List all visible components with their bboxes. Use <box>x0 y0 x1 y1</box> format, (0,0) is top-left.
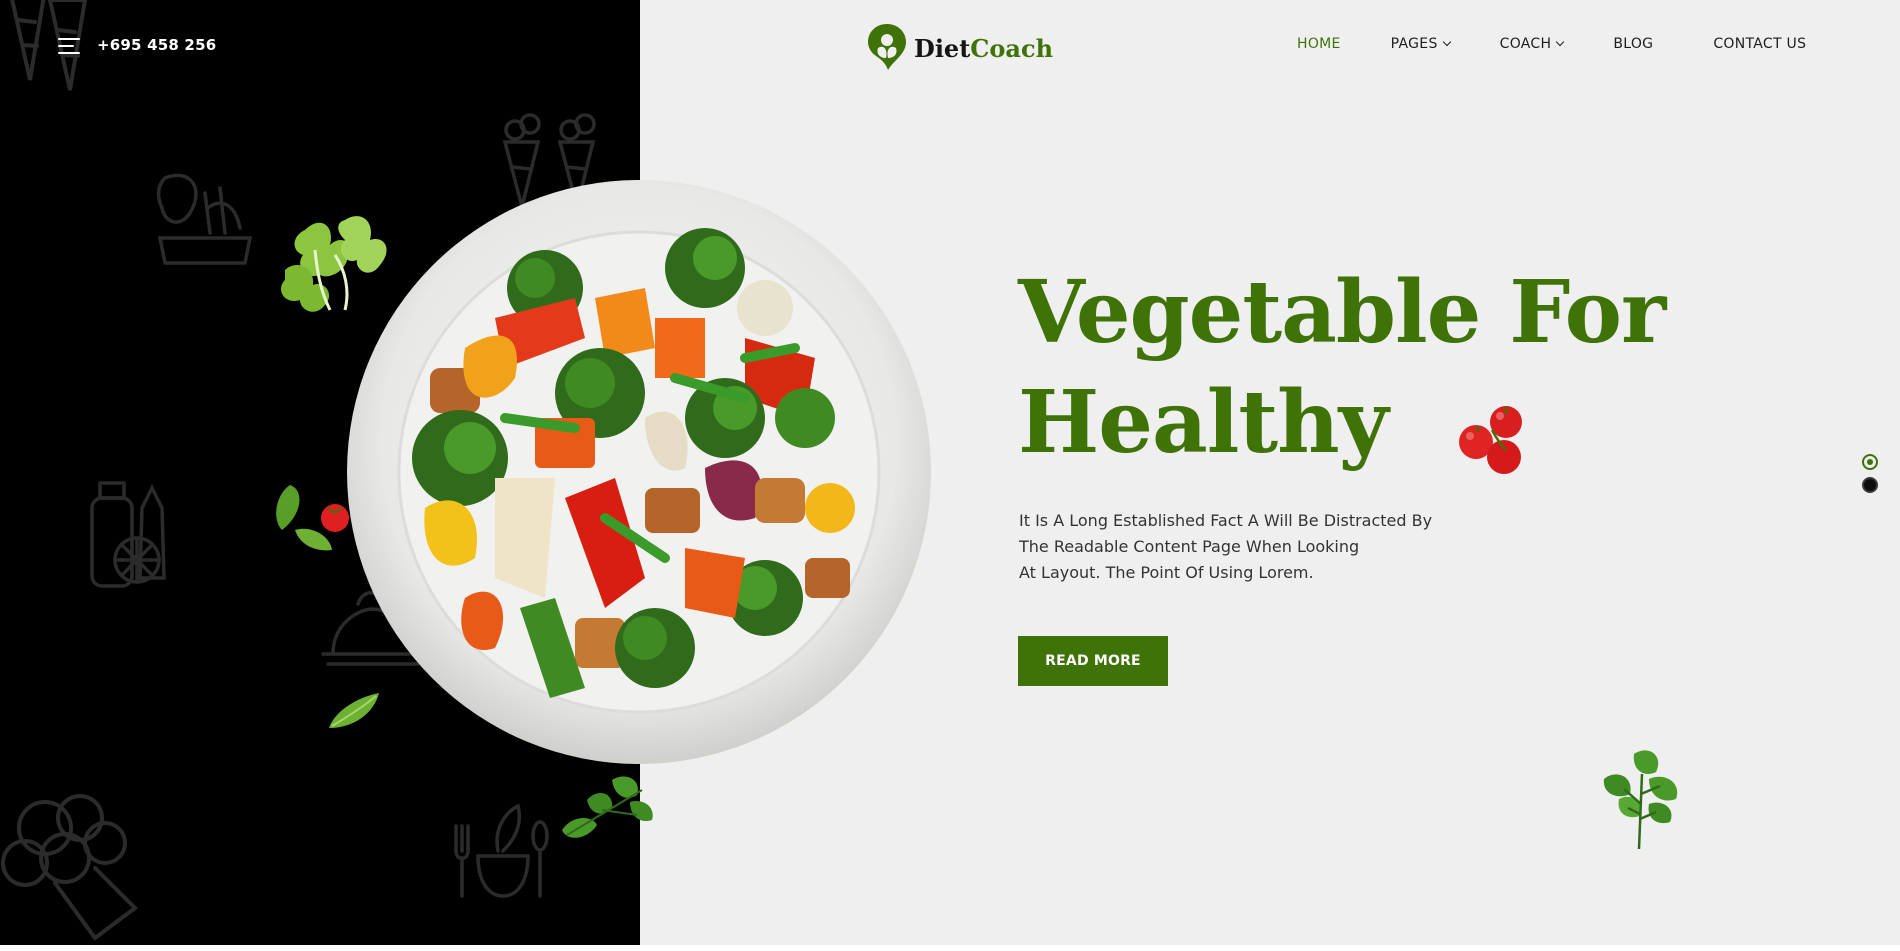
broccoli-doodle-icon <box>0 788 155 945</box>
nav-item-label: HOME <box>1297 36 1341 52</box>
nav-item-label: PAGES <box>1390 36 1438 52</box>
basil-leaf-icon <box>270 480 355 555</box>
hero-description-line: It Is A Long Established Fact A Will Be … <box>1019 511 1433 530</box>
logo-wordmark: DietCoach <box>914 34 1053 63</box>
carrot-doodle-icon <box>0 0 100 100</box>
chevron-down-icon <box>1556 37 1565 47</box>
vegetable-bowl-image <box>345 178 933 766</box>
logo-text-coach: Coach <box>970 33 1054 63</box>
nav-item-pages[interactable]: PAGES <box>1390 36 1451 52</box>
logo-text-diet: Diet <box>914 33 971 63</box>
slider-dot-2[interactable] <box>1862 477 1878 493</box>
nav-item-coach[interactable]: COACH <box>1499 36 1565 52</box>
parsley-icon <box>552 770 660 848</box>
main-nav: HOME PAGES COACH BLOG CONTACT US <box>1297 36 1806 52</box>
nav-item-label: BLOG <box>1613 36 1654 52</box>
hero-section: +695 458 256 DietCoach HOME PAGES COACH <box>0 0 1900 945</box>
nav-item-home[interactable]: HOME <box>1297 36 1341 52</box>
hero-headline-line1: Vegetable For <box>1018 262 1666 363</box>
nav-item-contact-us[interactable]: CONTACT US <box>1713 36 1806 52</box>
read-more-button[interactable]: READ MORE <box>1018 636 1168 686</box>
nav-item-blog[interactable]: BLOG <box>1613 36 1653 52</box>
slider-dot-1[interactable] <box>1862 454 1878 470</box>
hero-description-line: The Readable Content Page When Looking <box>1019 537 1360 556</box>
hamburger-menu-icon[interactable] <box>58 36 82 56</box>
site-logo[interactable]: DietCoach <box>864 20 1053 72</box>
parsley-icon <box>1594 744 1686 854</box>
header-phone-number[interactable]: +695 458 256 <box>97 36 216 54</box>
chevron-down-icon <box>1442 37 1451 47</box>
nav-item-label: COACH <box>1499 36 1552 52</box>
tomato-icon <box>1456 402 1528 478</box>
hero-headline-line2: Healthy <box>1018 372 1389 473</box>
hero-description: It Is A Long Established Fact A Will Be … <box>1019 508 1439 586</box>
bottles-doodle-icon <box>82 478 188 590</box>
nav-item-label: CONTACT US <box>1713 36 1807 52</box>
logo-leaf-icon <box>864 20 910 72</box>
hero-headline: Vegetable For Healthy <box>1018 258 1666 478</box>
slider-pagination <box>1862 454 1880 500</box>
lettuce-doodle-icon <box>150 168 260 268</box>
salad-bowl-doodle-icon <box>448 796 550 902</box>
hero-description-line: At Layout. The Point Of Using Lorem. <box>1019 563 1314 582</box>
